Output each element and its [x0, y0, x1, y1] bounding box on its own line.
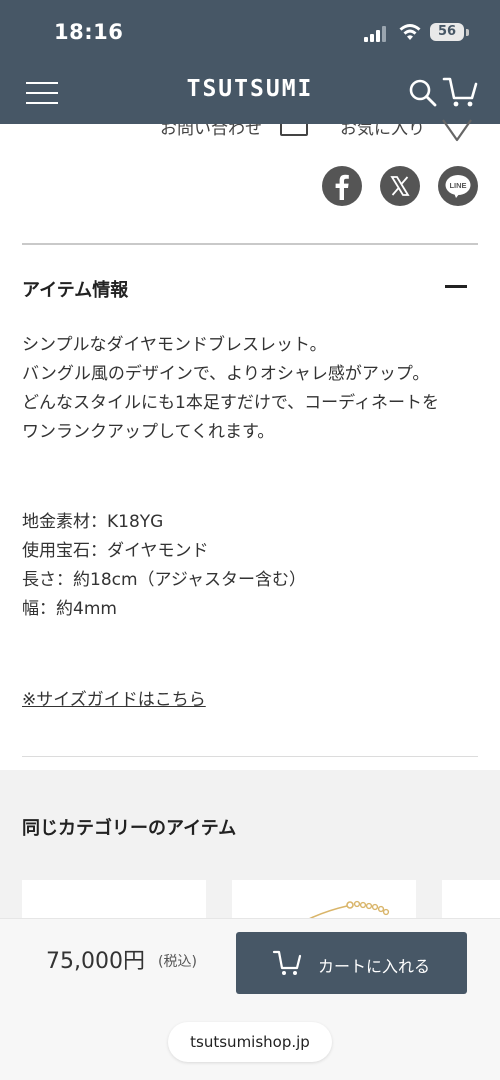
battery-indicator: 56	[430, 23, 464, 41]
add-to-cart-button[interactable]: カートに入れる	[236, 932, 467, 994]
spec-width: 幅：約4mm	[22, 599, 117, 619]
item-description: シンプルなダイヤモンドブレスレット。 バングル風のデザインで、よりオシャレ感がア…	[22, 331, 482, 447]
description-line: ワンランクアップしてくれます。	[22, 422, 275, 442]
site-nav: TSUTSUMI	[0, 64, 500, 124]
section-divider	[22, 756, 478, 757]
facebook-icon	[335, 174, 349, 200]
spec-length: 長さ：約18cm（アジャスター含む）	[22, 570, 307, 590]
size-guide-link[interactable]: ※サイズガイドはこちら	[22, 685, 206, 710]
top-header: 18:16 56 TSUTSUMI	[0, 0, 500, 124]
section-divider	[22, 243, 478, 245]
x-share-button[interactable]	[380, 166, 420, 206]
status-time: 18:16	[54, 20, 124, 44]
item-specs: 地金素材：K18YG 使用宝石：ダイヤモンド 長さ：約18cm（アジャスター含む…	[22, 508, 482, 624]
minus-icon[interactable]	[445, 285, 467, 288]
heart-icon[interactable]	[440, 118, 474, 146]
add-to-cart-label: カートに入れる	[318, 957, 431, 976]
brand-logo[interactable]: TSUTSUMI	[150, 76, 350, 102]
inquiry-link[interactable]: お問い合わせ	[160, 124, 262, 139]
svg-text:LINE: LINE	[449, 181, 466, 190]
item-info-title[interactable]: アイテム情報	[22, 276, 128, 302]
hamburger-menu-icon[interactable]	[26, 80, 58, 106]
description-line: バングル風のデザインで、よりオシャレ感がアップ。	[22, 364, 430, 384]
description-line: シンプルなダイヤモンドブレスレット。	[22, 335, 327, 355]
x-icon	[390, 176, 410, 196]
browser-url-bar[interactable]: tsutsumishop.jp	[168, 1022, 332, 1062]
purchase-bar: 75,000円 (税込) カートに入れる tsutsumishop.jp	[0, 918, 500, 1080]
line-icon: LINE	[445, 175, 471, 198]
line-share-button[interactable]: LINE	[438, 166, 478, 206]
mail-icon[interactable]	[280, 124, 308, 136]
cellular-signal-icon	[364, 26, 386, 42]
product-actions-row: お問い合わせ お気に入り	[0, 124, 500, 144]
cart-icon[interactable]	[442, 74, 478, 110]
related-items-title: 同じカテゴリーのアイテム	[22, 818, 237, 839]
status-bar: 18:16 56	[0, 0, 500, 64]
tax-note: (税込)	[158, 954, 197, 970]
search-icon[interactable]	[408, 78, 438, 108]
description-line: どんなスタイルにも1本足すだけで、コーディネートを	[22, 393, 439, 413]
wifi-icon	[399, 24, 421, 40]
battery-tip	[466, 29, 469, 36]
favorite-link[interactable]: お気に入り	[340, 124, 425, 139]
facebook-share-button[interactable]	[322, 166, 362, 206]
spec-gemstone: 使用宝石：ダイヤモンド	[22, 541, 209, 561]
spec-material: 地金素材：K18YG	[22, 512, 164, 532]
product-price: 75,000円	[46, 949, 145, 974]
cart-icon	[272, 950, 302, 975]
